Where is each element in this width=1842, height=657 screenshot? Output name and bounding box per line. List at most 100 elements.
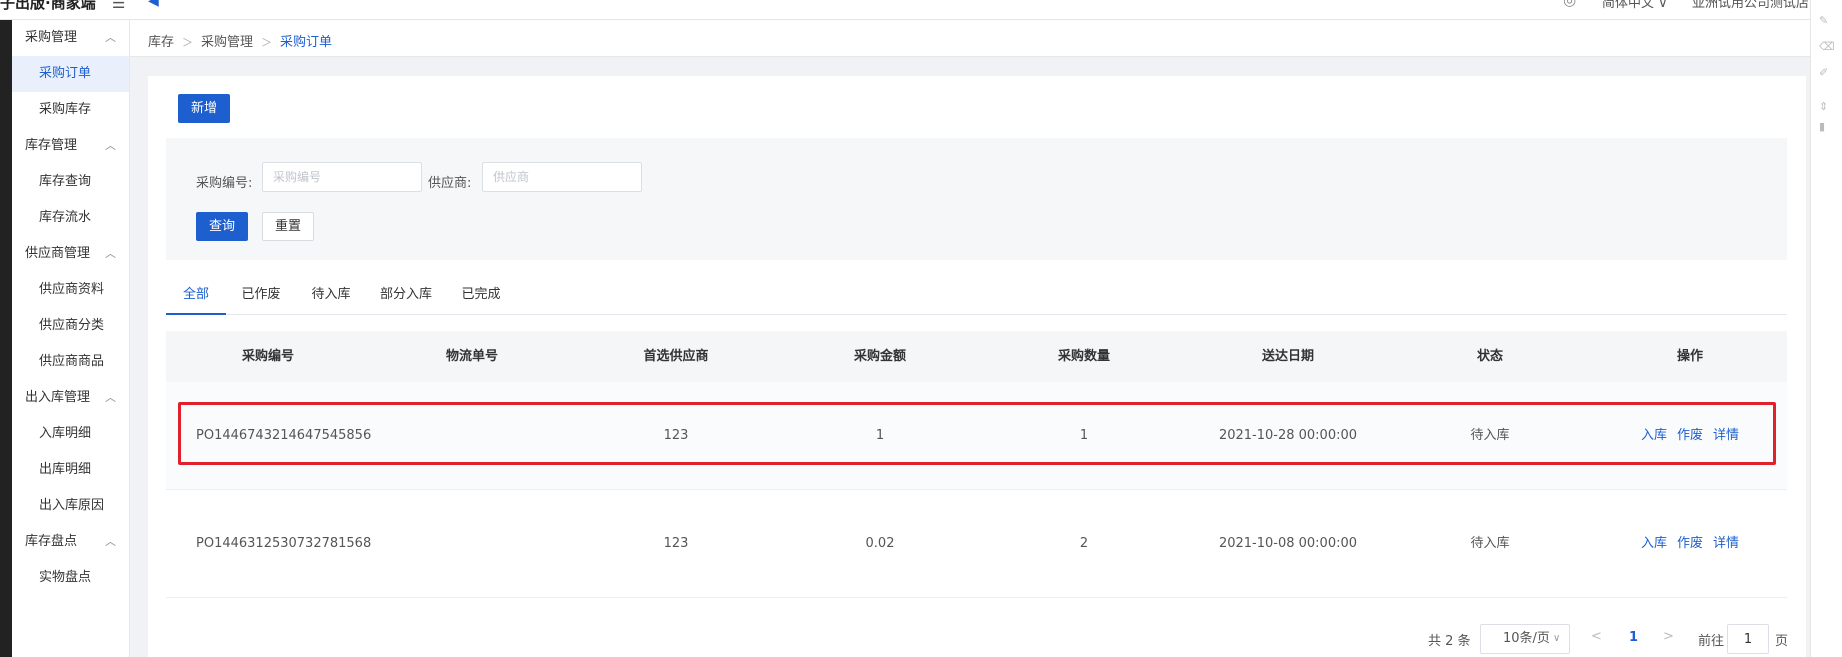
chevron-up-icon: ︿	[105, 535, 116, 548]
sidebar-item-inbound-detail[interactable]: 入库明细	[12, 416, 129, 452]
left-edge-strip	[0, 20, 12, 657]
status-tabs: 全部 已作废 待入库 部分入库 已完成	[166, 276, 1787, 315]
breadcrumb-item[interactable]: 库存	[148, 35, 174, 50]
column-header: 状态	[1476, 349, 1503, 364]
language-selector[interactable]: 简体中文 ∨	[1602, 0, 1668, 11]
logistics-cell	[370, 382, 574, 489]
next-page-icon[interactable]: >	[1663, 629, 1674, 644]
scroll-handle-icon[interactable]: ▮	[1819, 120, 1825, 133]
po-number-cell: PO1446743214647545856	[196, 428, 372, 443]
main-card: 新增 采购编号: 供应商: 查询 重置 全部 已作废 待入库 部分入库 已完成 …	[148, 76, 1806, 657]
detail-link[interactable]: 详情	[1713, 428, 1739, 443]
goto-label: 前往	[1698, 634, 1725, 649]
pencil-icon[interactable]: ✎	[1819, 14, 1828, 27]
sidebar-group-label: 库存盘点	[25, 534, 78, 549]
add-button[interactable]: 新增	[178, 94, 230, 123]
chevron-down-icon: ∨	[1553, 633, 1561, 644]
void-link[interactable]: 作废	[1677, 536, 1703, 551]
brush-icon[interactable]: ✐	[1819, 66, 1828, 79]
operations-cell: 入库 作废 详情	[1590, 382, 1790, 489]
tab-partial-inbound[interactable]: 部分入库	[366, 276, 446, 315]
operations-cell: 入库 作废 详情	[1590, 490, 1790, 597]
quantity-cell: 2	[1079, 536, 1089, 551]
query-button[interactable]: 查询	[196, 212, 248, 241]
stepper-icon[interactable]: ⇕	[1819, 100, 1828, 113]
logistics-cell	[370, 490, 574, 597]
chevron-up-icon: ︿	[105, 31, 116, 44]
supplier-input[interactable]	[482, 162, 642, 192]
breadcrumb-current: 采购订单	[280, 35, 333, 50]
purchase-order-table: 采购编号 物流单号 首选供应商 采购金额 采购数量 送达日期 状态 操作 PO1…	[166, 331, 1787, 598]
company-name[interactable]: 亚洲试用公司测试店	[1692, 0, 1809, 11]
sidebar-item-supplier-info[interactable]: 供应商资料	[12, 272, 129, 308]
breadcrumb: 库存 ＞ 采购管理 ＞ 采购订单	[148, 31, 332, 50]
menu-icon[interactable]: ☰	[112, 0, 125, 12]
status-cell: 待入库	[1470, 536, 1510, 551]
po-number-cell: PO1446312530732781568	[196, 536, 372, 551]
sidebar-item-inventory-query[interactable]: 库存查询	[12, 164, 129, 200]
inbound-link[interactable]: 入库	[1641, 536, 1667, 551]
back-icon[interactable]: ◀	[148, 0, 159, 9]
filter-panel: 采购编号: 供应商:	[166, 138, 1787, 260]
chevron-right-icon: ＞	[182, 36, 194, 49]
sidebar-item-inout-reason[interactable]: 出入库原因	[12, 488, 129, 524]
sidebar-item-supplier-goods[interactable]: 供应商商品	[12, 344, 129, 380]
amount-cell: 0.02	[865, 536, 895, 551]
sidebar-group-stocktake[interactable]: 库存盘点 ︿	[12, 524, 129, 560]
tab-voided[interactable]: 已作废	[226, 276, 296, 315]
supplier-label: 供应商:	[428, 176, 472, 191]
supplier-cell: 123	[663, 536, 689, 551]
tab-completed[interactable]: 已完成	[446, 276, 516, 315]
delivery-date-cell: 2021-10-28 00:00:00	[1218, 428, 1358, 443]
page-unit-label: 页	[1775, 634, 1789, 649]
column-header: 物流单号	[445, 349, 498, 364]
bell-icon[interactable]: ◎	[1563, 0, 1576, 9]
sidebar: 采购管理 ︿ 采购订单 采购库存 库存管理 ︿ 库存查询 库存流水 供应商管理 ︿ 供…	[12, 20, 130, 657]
eraser-icon[interactable]: ⌫	[1819, 40, 1835, 53]
prev-page-icon[interactable]: <	[1591, 629, 1602, 644]
column-header: 首选供应商	[643, 349, 709, 364]
chevron-up-icon: ︿	[105, 247, 116, 260]
sidebar-item-inventory-flow[interactable]: 库存流水	[12, 200, 129, 236]
sidebar-group-label: 采购管理	[25, 30, 78, 45]
amount-cell: 1	[875, 428, 885, 443]
sidebar-item-purchase-order[interactable]: 采购订单	[12, 56, 129, 92]
sidebar-item-purchase-stock[interactable]: 采购库存	[12, 92, 129, 128]
po-number-input[interactable]	[262, 162, 422, 192]
pagination-total: 共 2 条	[1428, 634, 1471, 649]
sidebar-item-supplier-category[interactable]: 供应商分类	[12, 308, 129, 344]
tab-all[interactable]: 全部	[166, 276, 226, 315]
column-header: 采购编号	[241, 349, 294, 364]
status-cell: 待入库	[1470, 428, 1510, 443]
table-row: PO1446743214647545856 123 1 1 2021-10-28…	[166, 382, 1787, 490]
breadcrumb-bar: 库存 ＞ 采购管理 ＞ 采购订单	[130, 20, 1810, 57]
sidebar-item-outbound-detail[interactable]: 出库明细	[12, 452, 129, 488]
supplier-cell: 123	[663, 428, 689, 443]
page-number-current[interactable]: 1	[1629, 630, 1638, 645]
table-header: 采购编号 物流单号 首选供应商 采购金额 采购数量 送达日期 状态 操作	[166, 331, 1787, 382]
sidebar-group-label: 出入库管理	[25, 390, 91, 405]
sidebar-group-supplier[interactable]: 供应商管理 ︿	[12, 236, 129, 272]
void-link[interactable]: 作废	[1677, 428, 1703, 443]
sidebar-group-label: 库存管理	[25, 138, 78, 153]
right-toolbar-strip: ✎ ⌫ ✐ ⇕ ▮	[1810, 0, 1842, 657]
quantity-cell: 1	[1079, 428, 1089, 443]
brand-title: 子出版·商家端	[0, 0, 96, 12]
reset-button[interactable]: 重置	[262, 212, 314, 241]
column-header: 送达日期	[1261, 349, 1314, 364]
inbound-link[interactable]: 入库	[1641, 428, 1667, 443]
delivery-date-cell: 2021-10-08 00:00:00	[1218, 536, 1358, 551]
sidebar-group-inout[interactable]: 出入库管理 ︿	[12, 380, 129, 416]
chevron-up-icon: ︿	[105, 391, 116, 404]
top-bar: 子出版·商家端 ☰ ◀ ◎ 简体中文 ∨ 亚洲试用公司测试店	[0, 0, 1810, 20]
chevron-up-icon: ︿	[105, 139, 116, 152]
sidebar-group-inventory[interactable]: 库存管理 ︿	[12, 128, 129, 164]
tab-pending-inbound[interactable]: 待入库	[296, 276, 366, 315]
detail-link[interactable]: 详情	[1713, 536, 1739, 551]
goto-page-input[interactable]	[1727, 624, 1769, 654]
breadcrumb-item[interactable]: 采购管理	[201, 35, 253, 50]
sidebar-group-label: 供应商管理	[25, 246, 91, 261]
sidebar-group-purchase[interactable]: 采购管理 ︿	[12, 20, 129, 56]
sidebar-item-physical-count[interactable]: 实物盘点	[12, 560, 129, 596]
page-size-select[interactable]: 10条/页 ∨	[1480, 624, 1570, 654]
